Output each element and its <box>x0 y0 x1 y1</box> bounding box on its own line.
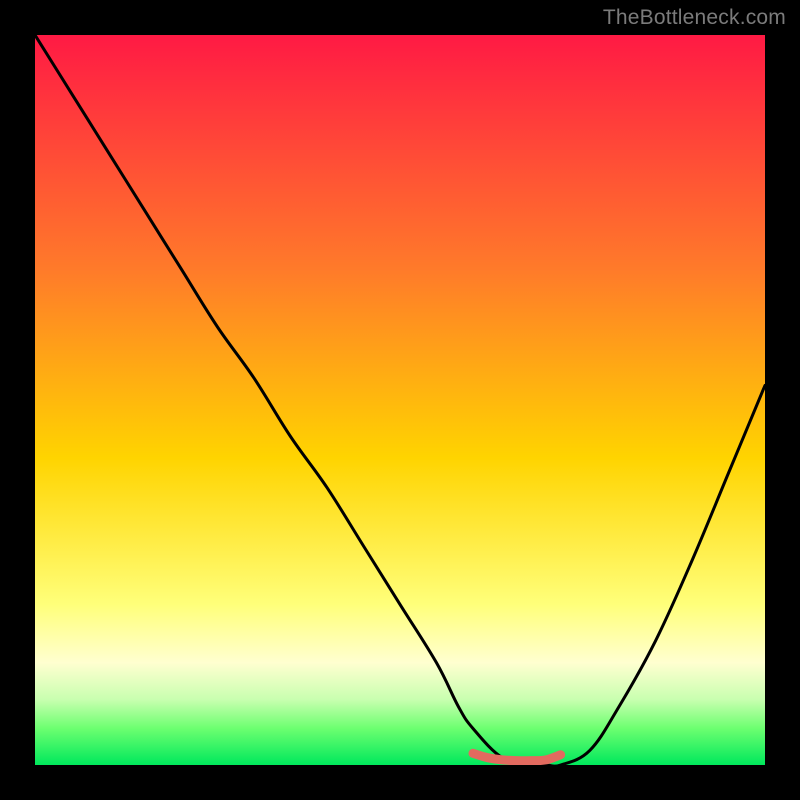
chart-frame: TheBottleneck.com <box>0 0 800 800</box>
plot-area <box>35 35 765 765</box>
curve-layer <box>35 35 765 765</box>
watermark: TheBottleneck.com <box>603 6 786 30</box>
bottleneck-curve <box>35 35 765 765</box>
optimal-segment <box>473 753 561 760</box>
